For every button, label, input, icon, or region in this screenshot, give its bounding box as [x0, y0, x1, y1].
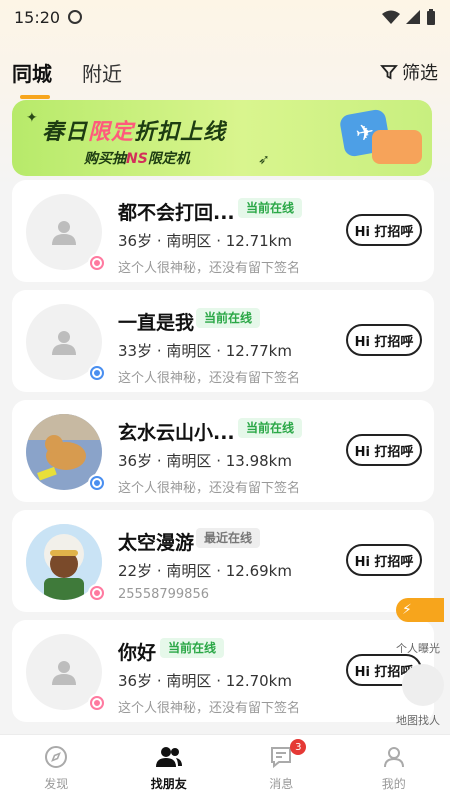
user-card[interactable]: 一直是我 当前在线 33岁 · 南明区 · 12.77km 这个人很神秘，还没有留下签…: [12, 290, 434, 392]
user-info: 36岁 · 南明区 · 13.98km: [118, 450, 292, 471]
nav-profile-label: 我的: [381, 777, 406, 791]
user-signature: 这个人很神秘，还没有留下签名: [118, 481, 301, 496]
user-name: 一直是我: [118, 312, 195, 334]
nav-discover-label: 发现: [44, 777, 69, 791]
user-age: 36岁: [118, 232, 153, 250]
user-card[interactable]: 玄水云山小... 当前在线 36岁 · 南明区 · 13.98km 这个人很神秘，还没…: [12, 400, 434, 502]
user-district: 南明区: [166, 672, 212, 690]
online-status-badge: 当前在线: [160, 638, 225, 658]
separator-dot: ·: [211, 452, 226, 470]
user-district: 南明区: [166, 452, 212, 470]
separator-dot: ·: [211, 562, 226, 580]
separator-dot: ·: [211, 232, 226, 250]
rocket-icon: ➶: [258, 152, 270, 168]
tab-nearby[interactable]: 附近: [82, 58, 122, 87]
user-age: 36岁: [118, 672, 153, 690]
status-time: 15:20: [14, 7, 61, 27]
online-status-badge: 当前在线: [196, 308, 261, 328]
user-distance: 12.77km: [225, 342, 292, 360]
user-district: 南明区: [166, 562, 212, 580]
signal-icon: [406, 10, 420, 24]
user-distance: 12.71km: [225, 232, 292, 250]
separator-dot: ·: [211, 342, 226, 360]
settings-status-icon: [68, 10, 83, 24]
profile-icon: [383, 747, 404, 768]
nav-find-friends[interactable]: 找朋友: [113, 735, 226, 800]
bottom-nav: 发现 找朋友 3 消息 我的: [0, 734, 450, 800]
user-name: 玄水云山小...: [118, 422, 235, 444]
say-hi-button[interactable]: Hi 打招呼: [346, 214, 422, 246]
exposure-button[interactable]: ⚡: [396, 598, 444, 622]
user-age: 22岁: [118, 562, 153, 580]
say-hi-button[interactable]: Hi 打招呼: [346, 324, 422, 356]
banner-title: 春日限定折扣上线: [42, 120, 227, 145]
user-distance: 12.69km: [225, 562, 292, 580]
gender-female-icon: [88, 254, 106, 272]
gender-male-icon: [88, 474, 106, 492]
default-avatar-icon: [52, 661, 76, 685]
online-status-badge: 最近在线: [196, 528, 261, 548]
user-age: 33岁: [118, 342, 153, 360]
user-signature: 这个人很神秘，还没有留下签名: [118, 701, 301, 716]
sparkle-icon: ✦: [26, 110, 38, 126]
compass-icon: [45, 746, 68, 768]
filter-label: 筛选: [402, 63, 438, 84]
map-find-button[interactable]: [402, 664, 444, 706]
exposure-label: 个人曝光: [396, 642, 440, 655]
nav-messages[interactable]: 3 消息: [225, 735, 338, 800]
user-list: 都不会打回... 当前在线 36岁 · 南明区 · 12.71km 这个人很神秘，还没…: [12, 180, 434, 730]
user-distance: 12.70km: [225, 672, 292, 690]
promo-banner[interactable]: ✦ 春日限定折扣上线 购买抽NS限定机 ➶ ✈: [12, 100, 432, 176]
lightning-icon: ⚡: [402, 602, 412, 618]
map-find-label: 地图找人: [396, 714, 440, 727]
default-avatar-icon: [52, 331, 76, 355]
gift-cube-icon: [372, 130, 422, 164]
gender-female-icon: [88, 694, 106, 712]
banner-subtitle: 购买抽NS限定机: [84, 151, 190, 167]
tab-same-city[interactable]: 同城: [12, 58, 52, 99]
user-info: 33岁 · 南明区 · 12.77km: [118, 340, 292, 361]
user-district: 南明区: [166, 342, 212, 360]
online-status-badge: 当前在线: [238, 198, 303, 218]
user-signature: 这个人很神秘，还没有留下签名: [118, 261, 301, 276]
top-tabs: 同城 附近 筛选: [0, 50, 450, 99]
user-name: 都不会打回...: [118, 202, 235, 224]
user-signature: 这个人很神秘，还没有留下签名: [118, 371, 301, 386]
battery-icon: [427, 9, 435, 25]
wifi-icon: [382, 10, 400, 24]
separator-dot: ·: [152, 562, 167, 580]
nav-messages-label: 消息: [269, 777, 294, 791]
gender-male-icon: [88, 364, 106, 382]
user-info: 36岁 · 南明区 · 12.71km: [118, 230, 292, 251]
filter-icon: [380, 65, 398, 80]
nav-find-friends-label: 找朋友: [150, 777, 187, 791]
separator-dot: ·: [152, 672, 167, 690]
nav-profile[interactable]: 我的: [338, 735, 450, 800]
online-status-badge: 当前在线: [238, 418, 303, 438]
user-distance: 13.98km: [225, 452, 292, 470]
separator-dot: ·: [152, 342, 167, 360]
gender-female-icon: [88, 584, 106, 602]
say-hi-button[interactable]: Hi 打招呼: [346, 434, 422, 466]
status-bar: 15:20: [0, 0, 450, 34]
user-age: 36岁: [118, 452, 153, 470]
separator-dot: ·: [211, 672, 226, 690]
filter-button[interactable]: 筛选: [380, 59, 438, 85]
separator-dot: ·: [152, 452, 167, 470]
default-avatar-icon: [52, 221, 76, 245]
user-name: 你好: [118, 642, 157, 664]
user-info: 36岁 · 南明区 · 12.70km: [118, 670, 292, 691]
user-info: 22岁 · 南明区 · 12.69km: [118, 560, 292, 581]
user-card[interactable]: 都不会打回... 当前在线 36岁 · 南明区 · 12.71km 这个人很神秘，还没…: [12, 180, 434, 282]
user-signature: 25558799856: [118, 587, 209, 602]
user-name: 太空漫游: [118, 532, 195, 554]
say-hi-button[interactable]: Hi 打招呼: [346, 544, 422, 576]
nav-discover[interactable]: 发现: [0, 735, 113, 800]
user-district: 南明区: [166, 232, 212, 250]
user-card[interactable]: 你好 当前在线 36岁 · 南明区 · 12.70km 这个人很神秘，还没有留下签名 H…: [12, 620, 434, 722]
user-card[interactable]: 太空漫游 最近在线 22岁 · 南明区 · 12.69km 25558799856 Hi…: [12, 510, 434, 612]
friends-icon: [155, 747, 182, 767]
message-count-badge: 3: [290, 739, 307, 755]
separator-dot: ·: [152, 232, 167, 250]
